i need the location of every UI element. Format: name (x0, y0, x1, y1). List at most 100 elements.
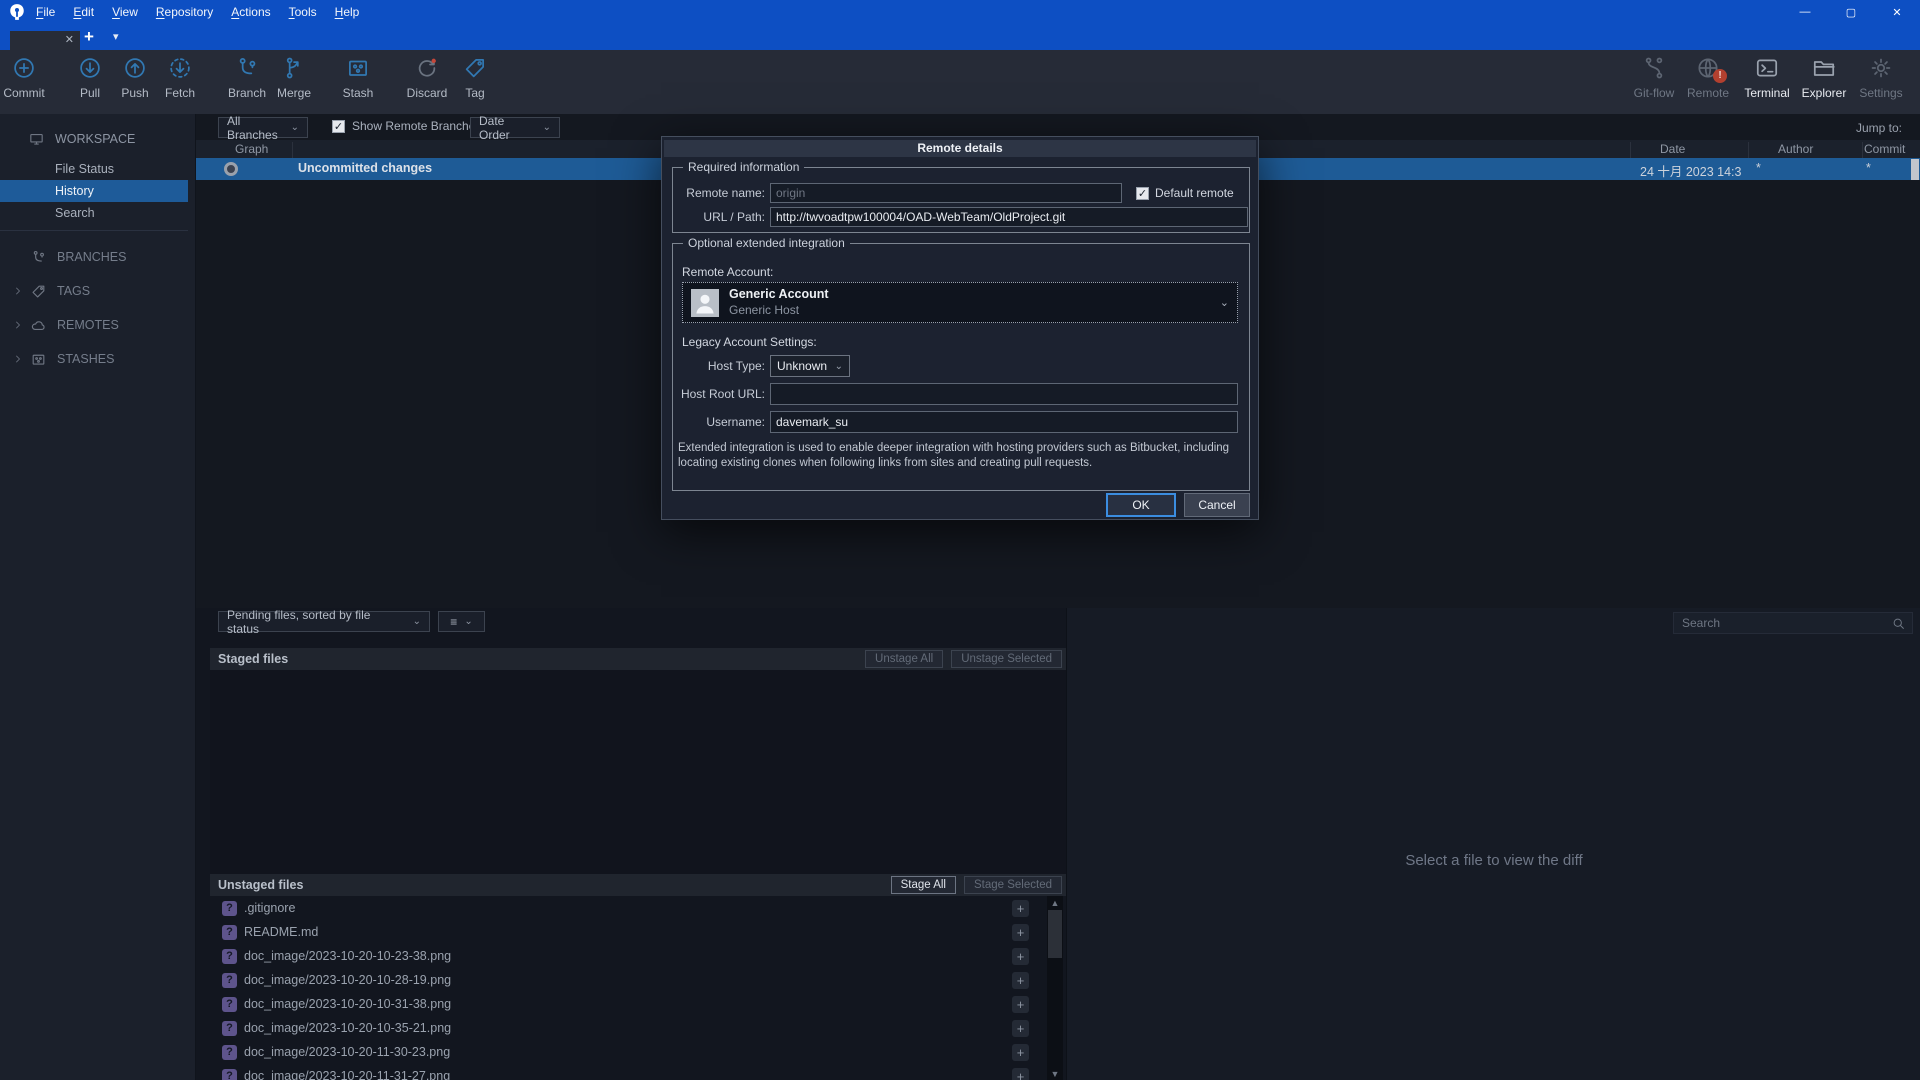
file-row[interactable]: ? doc_image/2023-10-20-11-31-27.png + (210, 1064, 1046, 1080)
sidebar-section[interactable]: STASHES (0, 348, 196, 370)
column-header-commit[interactable]: Commit (1864, 142, 1905, 156)
unstage-button[interactable]: Unstage All (865, 650, 943, 668)
stage-file-plus-button[interactable]: + (1012, 924, 1029, 941)
username-input[interactable] (770, 411, 1238, 433)
stage-file-plus-button[interactable]: + (1012, 900, 1029, 917)
sidebar-section[interactable]: REMOTES (0, 314, 196, 336)
ok-button[interactable]: OK (1106, 493, 1176, 517)
account-host: Generic Host (729, 303, 799, 317)
scroll-up-arrow-icon[interactable]: ▲ (1047, 896, 1063, 909)
toolbar-button[interactable]: Fetch (148, 55, 212, 111)
remote-account-label: Remote Account: (682, 265, 773, 279)
unstage-button[interactable]: Unstage Selected (951, 650, 1062, 668)
menu-item[interactable]: Help (335, 5, 360, 19)
explorer-icon (1811, 55, 1837, 81)
menu-item[interactable]: File (36, 5, 55, 19)
stage-file-plus-button[interactable]: + (1012, 1020, 1029, 1037)
merge-icon (281, 55, 307, 81)
close-icon[interactable]: ✕ (1874, 0, 1920, 24)
stage-file-plus-button[interactable]: + (1012, 972, 1029, 989)
file-name: .gitignore (244, 901, 295, 915)
search-input[interactable] (1674, 616, 1891, 630)
menu-item[interactable]: Tools (289, 5, 317, 19)
file-row[interactable]: ? doc_image/2023-10-20-10-31-38.png + (210, 992, 1046, 1016)
file-row[interactable]: ? doc_image/2023-10-20-10-28-19.png + (210, 968, 1046, 992)
host-root-url-input[interactable] (770, 383, 1238, 405)
url-path-input[interactable] (770, 207, 1248, 227)
file-row[interactable]: ? .gitignore + (210, 896, 1046, 920)
tab-close-icon[interactable]: ✕ (65, 35, 74, 46)
default-remote-option[interactable]: Default remote (1136, 183, 1234, 203)
scroll-down-arrow-icon[interactable]: ▼ (1047, 1067, 1063, 1080)
file-row[interactable]: ? doc_image/2023-10-20-10-35-21.png + (210, 1016, 1046, 1040)
file-name: doc_image/2023-10-20-10-35-21.png (244, 1021, 451, 1035)
remote-account-dropdown[interactable]: Generic Account Generic Host ⌄ (682, 282, 1238, 323)
menu-item[interactable]: Actions (231, 5, 270, 19)
stage-file-plus-button[interactable]: + (1012, 996, 1029, 1013)
column-header-author[interactable]: Author (1778, 142, 1813, 156)
history-scrollbar-thumb[interactable] (1911, 159, 1919, 180)
show-remote-checkbox[interactable] (332, 120, 345, 133)
pending-files-sort-dropdown[interactable]: Pending files, sorted by file status ⌄ (218, 611, 430, 632)
repository-tab[interactable]: ✕ (10, 31, 80, 50)
toolbar-button[interactable]: Commit (0, 55, 56, 111)
toolbar-button[interactable]: Terminal (1735, 55, 1799, 111)
diff-search-box[interactable] (1673, 612, 1913, 634)
menu-item[interactable]: Repository (156, 5, 213, 19)
menu-item[interactable]: View (112, 5, 138, 19)
stage-button[interactable]: Stage All (891, 876, 956, 894)
scrollbar-thumb[interactable] (1048, 910, 1062, 958)
bottom-panes: Pending files, sorted by file status ⌄ ≡… (196, 608, 1920, 1080)
chevron-right-icon[interactable] (12, 319, 24, 331)
file-row[interactable]: ? doc_image/2023-10-20-10-23-38.png + (210, 944, 1046, 968)
staged-files-list (210, 670, 1066, 874)
toolbar-button[interactable]: Settings (1849, 55, 1913, 111)
toolbar-button[interactable]: Explorer (1792, 55, 1856, 111)
toolbar-button[interactable]: Stash (326, 55, 390, 111)
untracked-status-icon: ? (222, 925, 237, 940)
toolbar-button[interactable]: Tag (443, 55, 507, 111)
stage-file-plus-button[interactable]: + (1012, 1068, 1029, 1080)
stage-file-plus-button[interactable]: + (1012, 948, 1029, 965)
file-list-scrollbar[interactable]: ▲ ▼ (1047, 896, 1063, 1080)
branch-icon (234, 55, 260, 81)
cancel-button[interactable]: Cancel (1184, 493, 1250, 517)
untracked-status-icon: ? (222, 949, 237, 964)
stage-button[interactable]: Stage Selected (964, 876, 1062, 894)
sidebar-item[interactable]: History (0, 180, 188, 202)
staged-files-header: Staged files Unstage All Unstage Selecte… (210, 648, 1066, 670)
stage-file-plus-button[interactable]: + (1012, 1044, 1029, 1061)
sidebar-item[interactable]: File Status (0, 158, 196, 180)
toolbar-button[interactable]: ! Remote (1676, 55, 1740, 111)
show-remote-branches-option[interactable]: Show Remote Branches (332, 119, 481, 133)
sidebar-section[interactable]: TAGS (0, 280, 196, 302)
file-row[interactable]: ? README.md + (210, 920, 1046, 944)
chevron-right-icon[interactable] (12, 285, 24, 297)
sort-order-dropdown[interactable]: Date Order ⌄ (470, 117, 560, 138)
maximize-icon[interactable]: ▢ (1828, 0, 1874, 24)
file-name: README.md (244, 925, 318, 939)
chevron-right-icon[interactable] (12, 353, 24, 365)
toolbar-button[interactable]: Merge (262, 55, 326, 111)
branches-filter-dropdown[interactable]: All Branches ⌄ (218, 117, 308, 138)
column-header-graph[interactable]: Graph (235, 142, 268, 156)
file-view-options-button[interactable]: ≡ ⌄ (438, 611, 485, 632)
default-remote-checkbox[interactable] (1136, 187, 1149, 200)
remote-name-input[interactable] (770, 183, 1122, 203)
host-type-dropdown[interactable]: Unknown ⌄ (770, 355, 850, 377)
unstaged-files-list: ? .gitignore + ? README.md + ? doc_image… (210, 896, 1046, 1080)
graph-node-dot (224, 162, 238, 176)
menu-item[interactable]: Edit (73, 5, 94, 19)
file-row[interactable]: ? doc_image/2023-10-20-11-30-23.png + (210, 1040, 1046, 1064)
tab-list-dropdown[interactable]: ▾ (113, 27, 119, 47)
column-header-date[interactable]: Date (1660, 142, 1685, 156)
chevron-down-icon: ⌄ (291, 122, 299, 133)
sidebar-section[interactable]: BRANCHES (0, 246, 196, 268)
commit-author: * (1756, 161, 1761, 175)
sidebar-item[interactable]: Search (0, 202, 196, 224)
commit-date: 24 十月 2023 14:33 (1640, 161, 1742, 180)
minimize-icon[interactable]: — (1782, 0, 1828, 24)
fetch-icon (167, 55, 193, 81)
remote-details-dialog: Remote details Required information Remo… (661, 136, 1259, 520)
new-tab-button[interactable]: + (84, 27, 94, 47)
